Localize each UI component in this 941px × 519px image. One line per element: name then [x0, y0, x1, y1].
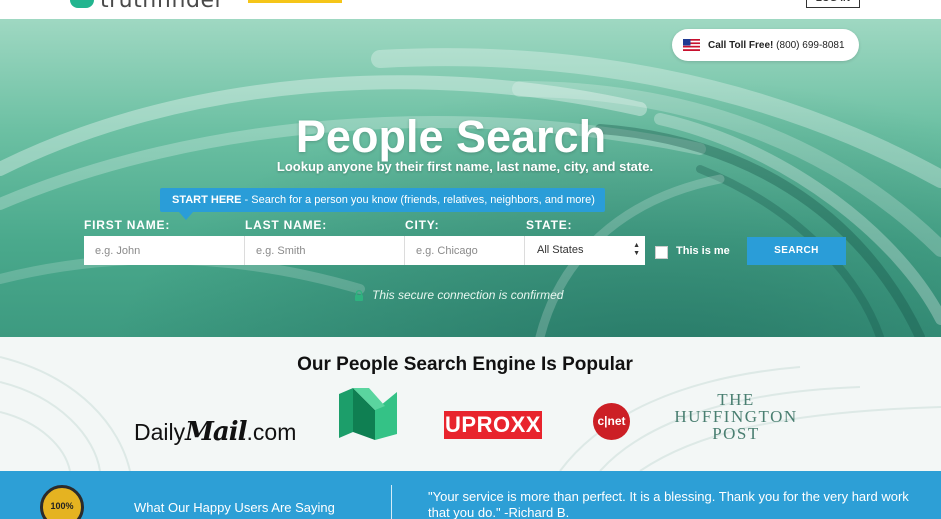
- huff-logo-line: HUFFINGTON: [674, 407, 798, 426]
- testimonials-bar: 100% What Our Happy Users Are Saying "Yo…: [0, 471, 941, 519]
- huff-logo-line: POST: [712, 424, 760, 443]
- badge-text: 100%: [50, 501, 74, 511]
- popular-section: Our People Search Engine Is Popular Dail…: [0, 337, 941, 471]
- secure-text: This secure connection is confirmed: [372, 288, 564, 302]
- start-here-tooltip: START HERE - Search for a person you kno…: [160, 188, 605, 212]
- state-label: STATE:: [526, 218, 573, 232]
- page-title: People Search: [295, 111, 607, 162]
- top-nav: truthfinder LOG IN: [0, 0, 941, 19]
- testimonials-label: What Our Happy Users Are Saying: [134, 500, 335, 515]
- phone-number: (800) 699-8081: [776, 39, 845, 51]
- first-name-label: FIRST NAME:: [84, 218, 171, 232]
- last-name-input[interactable]: [245, 236, 405, 265]
- us-flag-icon: [683, 39, 700, 51]
- nav-active-indicator: [248, 0, 342, 3]
- start-here-text: - Search for a person you know (friends,…: [241, 194, 595, 206]
- call-toll-free-pill[interactable]: Call Toll Free! (800) 699-8081: [672, 29, 859, 61]
- huffington-post-logo: THE HUFFINGTON POST: [673, 391, 799, 442]
- select-arrows-icon: ▲ ▼: [633, 242, 640, 257]
- last-name-label: LAST NAME:: [245, 218, 327, 232]
- first-name-input[interactable]: [84, 236, 245, 265]
- logo-mark-icon: [70, 0, 94, 8]
- lock-icon: [355, 289, 363, 301]
- this-is-me-label[interactable]: This is me: [676, 245, 730, 257]
- city-input[interactable]: [405, 236, 525, 265]
- site-logo[interactable]: truthfinder: [70, 0, 225, 13]
- secure-connection-note: This secure connection is confirmed: [354, 288, 563, 302]
- testimonials-divider: [391, 485, 392, 519]
- hero-section: Call Toll Free! (800) 699-8081 People Se…: [0, 19, 941, 337]
- call-label: Call Toll Free!: [708, 39, 774, 51]
- satisfaction-badge-icon: 100%: [40, 485, 84, 519]
- login-button[interactable]: LOG IN: [806, 0, 860, 8]
- testimonial-quote: "Your service is more than perfect. It i…: [428, 489, 909, 519]
- state-select[interactable]: All States ▲ ▼: [525, 236, 645, 265]
- huff-logo-line: THE: [717, 390, 755, 409]
- tooltip-arrow-icon: [179, 212, 193, 220]
- search-button[interactable]: SEARCH: [747, 237, 846, 265]
- start-here-label: START HERE: [172, 194, 242, 206]
- call-text: Call Toll Free! (800) 699-8081: [708, 40, 845, 51]
- medium-logo-icon: [339, 388, 397, 440]
- dailymail-logo-part: Mail: [185, 417, 247, 447]
- cnet-logo: c|net: [593, 403, 630, 440]
- state-selected-value: All States: [537, 244, 584, 256]
- logo-text: truthfinder: [100, 0, 225, 13]
- dailymail-logo-part: .com: [246, 419, 297, 445]
- this-is-me-checkbox[interactable]: [655, 246, 668, 259]
- page-subtitle: Lookup anyone by their first name, last …: [276, 159, 654, 174]
- popular-title: Our People Search Engine Is Popular: [297, 354, 633, 375]
- uproxx-logo: UPROXX: [444, 411, 542, 439]
- city-label: CITY:: [405, 218, 440, 232]
- dailymail-logo: DailyMail.com: [134, 417, 296, 447]
- dailymail-logo-part: Daily: [134, 419, 186, 445]
